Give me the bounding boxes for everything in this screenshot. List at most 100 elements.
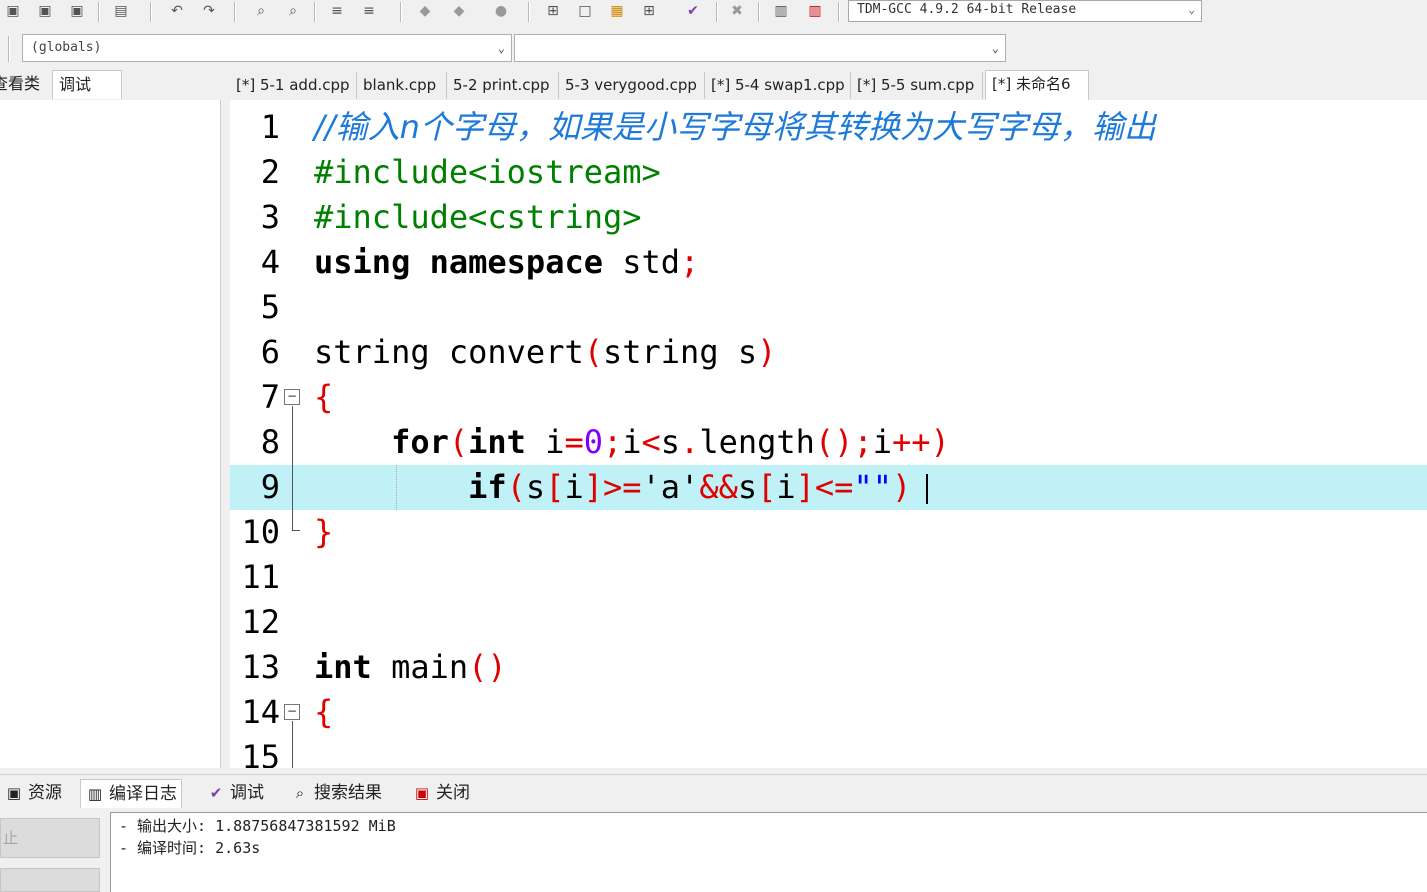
tab-debug[interactable]: 调试 bbox=[52, 70, 122, 99]
line-number: 8 bbox=[260, 423, 280, 461]
code-line: 12 bbox=[230, 600, 1427, 645]
code-editor[interactable]: 1 //输入n个字母，如果是小写字母将其转换为大写字母，输出 2 #includ… bbox=[230, 100, 1427, 768]
code-line: 7 − { bbox=[230, 375, 1427, 420]
debug-icon: ✔ bbox=[209, 784, 223, 802]
code-line: 2 #include<iostream> bbox=[230, 150, 1427, 195]
editor-tab[interactable]: [*] 5-5 sum.cpp bbox=[851, 72, 983, 99]
keyword: using namespace bbox=[314, 243, 603, 281]
line-number: 12 bbox=[241, 603, 280, 641]
bookmark-icon[interactable]: ◆ bbox=[414, 0, 436, 22]
members-select[interactable]: ⌄ bbox=[514, 34, 1006, 62]
grid-icon[interactable]: ⊞ bbox=[542, 0, 564, 22]
fold-toggle-icon[interactable]: − bbox=[284, 389, 300, 405]
toolbar: ▣ ▣ ▣ ▤ ↶ ↷ ⌕ ⌕ ≡ ≡ ◆ ◆ ● ⊞ □ ▦ ⊞ ✔ ✖ ▥ … bbox=[0, 0, 1427, 30]
tab-resources[interactable]: ▣ 资源 bbox=[0, 779, 66, 807]
tile-icon[interactable]: ⊞ bbox=[638, 0, 660, 22]
compiler-select[interactable]: TDM-GCC 4.9.2 64-bit Release ⌄ bbox=[848, 0, 1202, 22]
line-number: 2 bbox=[260, 153, 280, 191]
undo-icon[interactable]: ↶ bbox=[166, 0, 188, 22]
tab-compile-log[interactable]: ▥ 编译日志 bbox=[80, 779, 182, 808]
tab-debug[interactable]: ✔ 调试 bbox=[202, 779, 268, 807]
profile-icon[interactable]: ▥ bbox=[804, 0, 826, 22]
code-text: } bbox=[314, 513, 334, 551]
globals-value: (globals) bbox=[31, 40, 102, 55]
code-text: //输入n个字母，如果是小写字母将其转换为大写字母，输出 bbox=[314, 108, 1156, 146]
editor-tab[interactable]: 5-2 print.cpp bbox=[447, 72, 559, 99]
resources-icon: ▣ bbox=[6, 784, 22, 802]
editor-tab[interactable]: 5-3 verygood.cpp bbox=[559, 72, 705, 99]
fold-guide bbox=[292, 406, 293, 530]
compile-log-icon: ▥ bbox=[87, 785, 103, 803]
left-panel bbox=[0, 100, 221, 768]
compiler-label: TDM-GCC 4.9.2 64-bit Release bbox=[857, 2, 1077, 17]
replace-icon[interactable]: ⌕ bbox=[282, 0, 304, 22]
line-number: 15 bbox=[241, 738, 280, 768]
search-results-icon: ⌕ bbox=[295, 784, 305, 802]
line-number: 4 bbox=[260, 243, 280, 281]
window-icon[interactable]: □ bbox=[574, 0, 596, 22]
text-cursor bbox=[926, 474, 928, 504]
log-line: - 输出大小: 1.88756847381592 MiB bbox=[119, 817, 396, 835]
code-text: #include<iostream> bbox=[314, 153, 661, 191]
code-text: for(int i=0;i<s.length();i++) bbox=[391, 423, 950, 461]
close-all-icon[interactable]: ▣ bbox=[66, 0, 88, 22]
redo-icon[interactable]: ↷ bbox=[198, 0, 220, 22]
editor-tab[interactable]: [*] 5-1 add.cpp bbox=[230, 72, 357, 99]
code-line: 11 bbox=[230, 555, 1427, 600]
chart-icon[interactable]: ▥ bbox=[770, 0, 792, 22]
editor-tabs: [*] 5-1 add.cpp blank.cpp 5-2 print.cpp … bbox=[228, 70, 1427, 100]
editor-tab[interactable]: blank.cpp bbox=[357, 72, 447, 99]
globals-select[interactable]: (globals) ⌄ bbox=[22, 34, 512, 62]
code-line: 13 int main() bbox=[230, 645, 1427, 690]
abort-button[interactable]: 止 bbox=[0, 818, 100, 858]
fold-toggle-icon[interactable]: − bbox=[284, 704, 300, 720]
line-number: 6 bbox=[260, 333, 280, 371]
print-icon[interactable]: ▤ bbox=[110, 0, 132, 22]
semicolon: ; bbox=[680, 243, 700, 281]
line-number: 5 bbox=[260, 288, 280, 326]
code-text: using namespace std; bbox=[314, 240, 699, 285]
layout-icon[interactable]: ▦ bbox=[606, 0, 628, 22]
log-line: - 编译时间: 2.63s bbox=[119, 839, 261, 857]
line-number: 11 bbox=[241, 558, 280, 596]
code-line-current: 9 if(s[i]>='a'&&s[i]<="") bbox=[230, 465, 1427, 510]
tab-search-results[interactable]: ⌕ 搜索结果 bbox=[286, 779, 386, 807]
compile-log: - 输出大小: 1.88756847381592 MiB - 编译时间: 2.6… bbox=[110, 812, 1427, 892]
code-line: 3 #include<cstring> bbox=[230, 195, 1427, 240]
editor-tab-active[interactable]: [*] 未命名6 bbox=[985, 70, 1089, 100]
line-number: 10 bbox=[241, 513, 280, 551]
delete-icon[interactable]: ✖ bbox=[726, 0, 748, 22]
find-icon[interactable]: ⌕ bbox=[250, 0, 272, 22]
fold-guide bbox=[292, 721, 293, 768]
tab-close[interactable]: ▣ 关闭 bbox=[408, 779, 474, 807]
tab-class-browser[interactable]: 查看类 bbox=[0, 70, 46, 98]
line-number: 3 bbox=[260, 198, 280, 236]
chevron-down-icon: ⌄ bbox=[991, 41, 999, 55]
check-icon[interactable]: ✔ bbox=[682, 0, 704, 22]
code-line: 4 using namespace std; bbox=[230, 240, 1427, 285]
code-text: if(s[i]>='a'&&s[i]<="") bbox=[468, 468, 912, 506]
identifier: std bbox=[602, 243, 681, 281]
line-number: 13 bbox=[241, 648, 280, 686]
indent-guide bbox=[396, 465, 398, 510]
code-text: { bbox=[314, 693, 334, 731]
secondary-button[interactable] bbox=[0, 868, 100, 892]
goto-icon[interactable]: ◆ bbox=[448, 0, 470, 22]
stop-icon[interactable]: ● bbox=[490, 0, 512, 22]
editor-tab[interactable]: [*] 5-4 swap1.cpp bbox=[705, 72, 851, 99]
fold-guide-end bbox=[292, 530, 300, 531]
scope-row: (globals) ⌄ ⌄ bbox=[0, 30, 1427, 66]
code-line: 14 − { bbox=[230, 690, 1427, 735]
line-number: 7 bbox=[260, 378, 280, 416]
indent-icon[interactable]: ≡ bbox=[326, 0, 348, 22]
code-text: #include<cstring> bbox=[314, 198, 642, 236]
line-number: 1 bbox=[260, 108, 280, 146]
chevron-down-icon: ⌄ bbox=[497, 41, 505, 55]
code-line: 10 } bbox=[230, 510, 1427, 555]
close-icon[interactable]: ▣ bbox=[34, 0, 56, 22]
line-number: 14 bbox=[241, 693, 280, 731]
chevron-down-icon: ⌄ bbox=[1188, 3, 1195, 16]
new-project-icon[interactable]: ▣ bbox=[2, 0, 24, 22]
code-line: 1 //输入n个字母，如果是小写字母将其转换为大写字母，输出 bbox=[230, 105, 1427, 150]
unindent-icon[interactable]: ≡ bbox=[358, 0, 380, 22]
